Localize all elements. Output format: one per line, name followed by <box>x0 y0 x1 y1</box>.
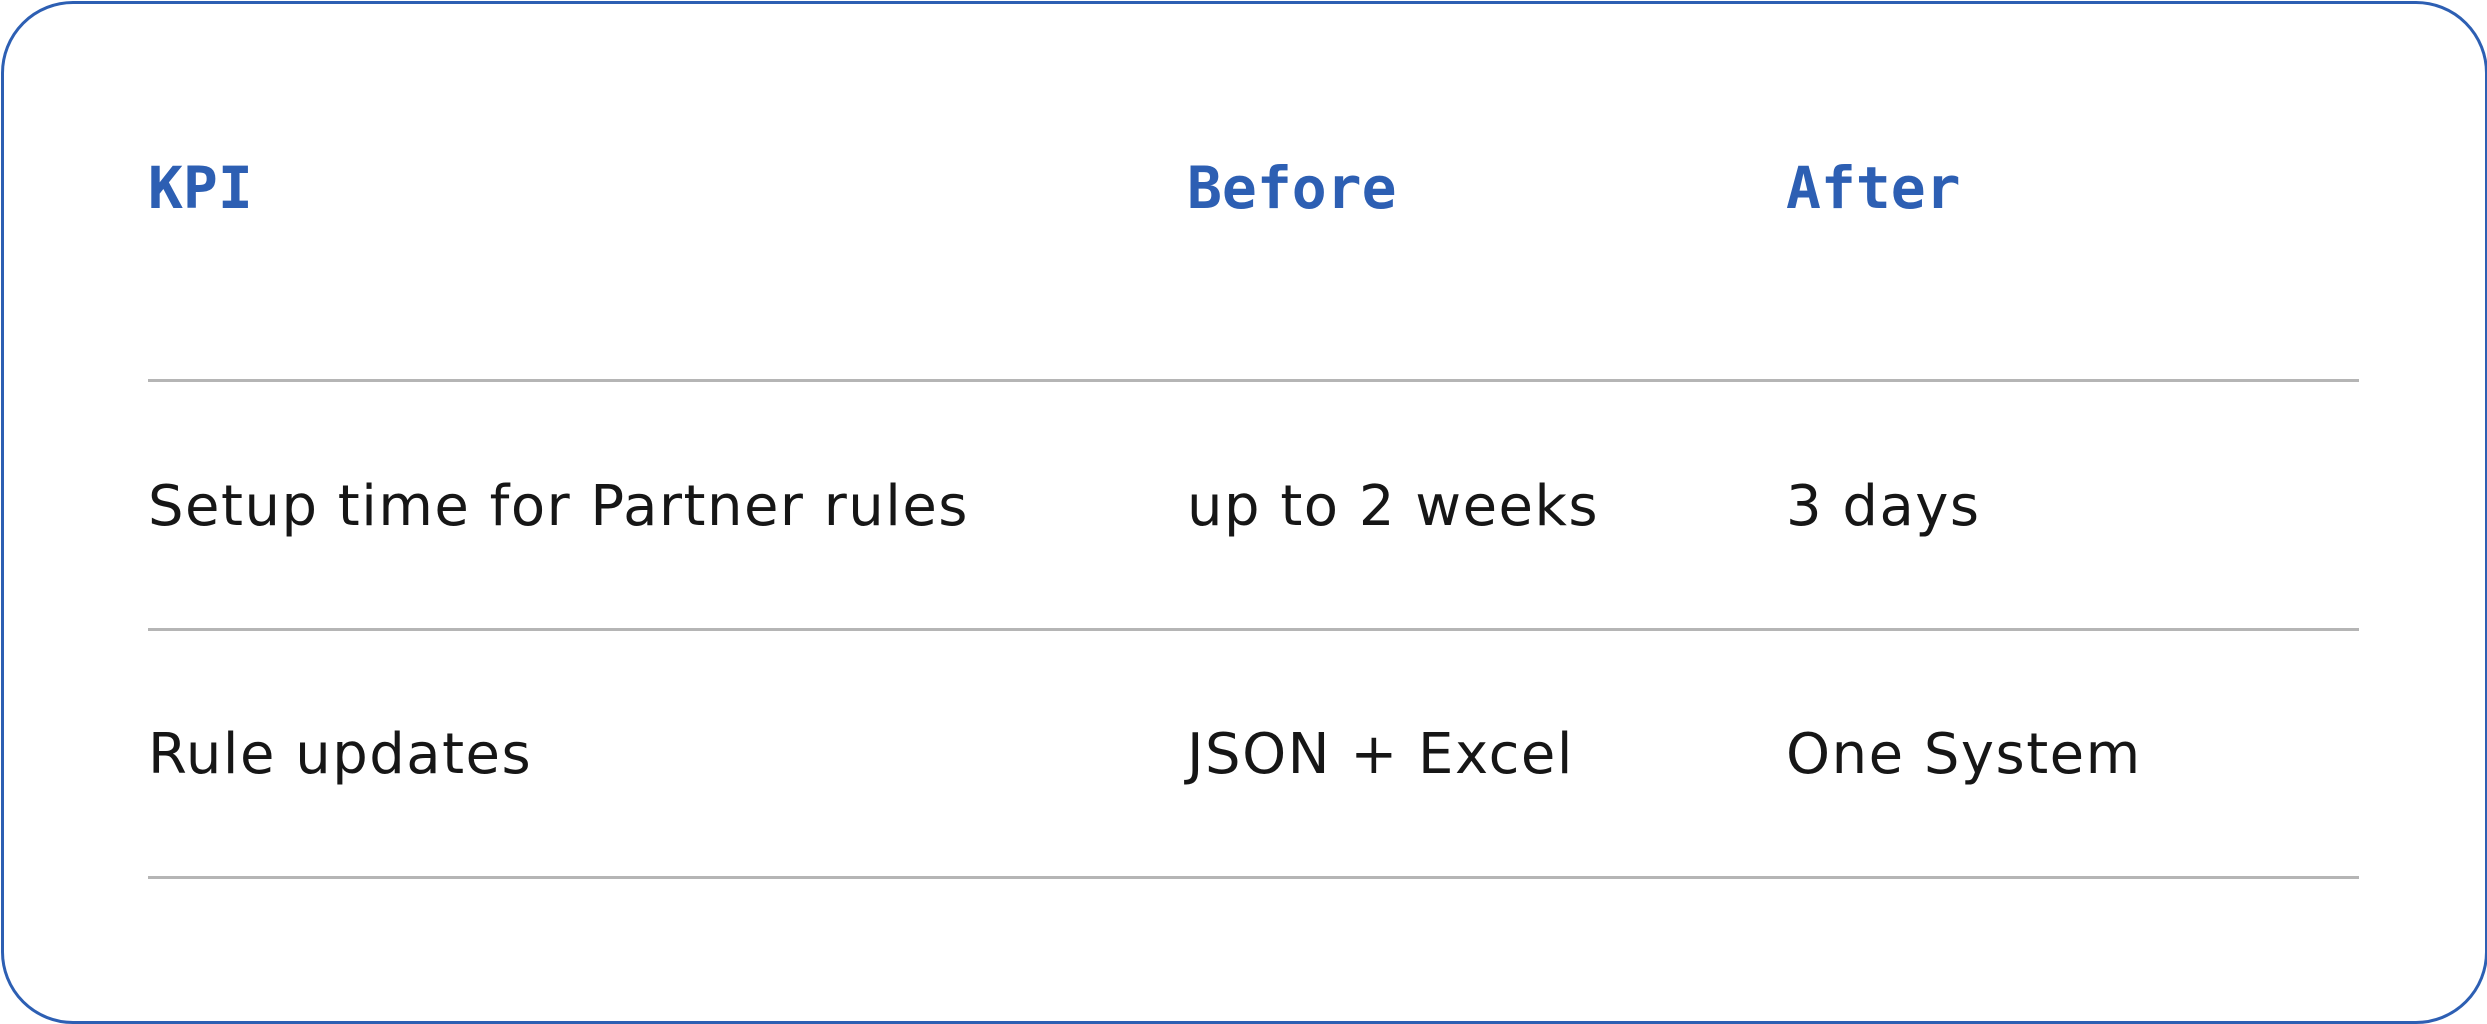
row-divider <box>148 628 2359 631</box>
header-after: After <box>1786 154 1961 222</box>
header-before: Before <box>1187 154 1397 222</box>
kpi-comparison-card: KPI Before After Setup time for Partner … <box>1 1 2487 1024</box>
row-before-cell: up to 2 weeks <box>1187 474 1600 539</box>
row-divider <box>148 876 2359 879</box>
header-kpi: KPI <box>148 154 253 222</box>
row-after-cell: One System <box>1786 722 2142 787</box>
row-after-cell: 3 days <box>1786 474 1981 539</box>
row-kpi-cell: Rule updates <box>148 722 533 787</box>
header-divider <box>148 379 2359 382</box>
row-kpi-cell: Setup time for Partner rules <box>148 474 969 539</box>
row-before-cell: JSON + Excel <box>1187 722 1574 787</box>
